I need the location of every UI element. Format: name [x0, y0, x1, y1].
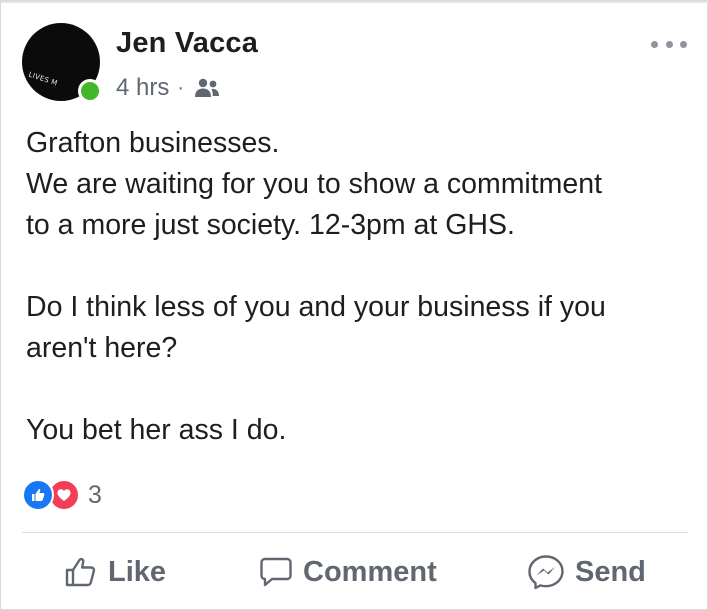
- post-text: Grafton businesses. We are waiting for y…: [26, 123, 691, 451]
- more-options-button[interactable]: [651, 35, 687, 53]
- post-line: You bet her ass I do.: [26, 414, 287, 446]
- post-line: Do I think less of you and your business…: [26, 291, 606, 323]
- thumbs-up-icon: [65, 557, 96, 587]
- send-label: Send: [575, 555, 646, 588]
- post-line: to a more just society. 12-3pm at GHS.: [26, 209, 515, 241]
- post-line: Grafton businesses.: [26, 127, 280, 159]
- post-actions: Like Comment Send: [22, 546, 688, 598]
- like-reaction-icon: [22, 479, 54, 511]
- post-timestamp[interactable]: 4 hrs: [116, 74, 169, 102]
- reaction-count[interactable]: 3: [88, 481, 102, 510]
- comment-icon: [260, 557, 292, 587]
- reactions-summary[interactable]: 3: [22, 479, 102, 511]
- more-dot-icon: [651, 40, 658, 48]
- top-border: [1, 1, 708, 3]
- online-status-indicator: [78, 79, 102, 103]
- post-card: LIVES M Jen Vacca 4 hrs · Grafton busine…: [0, 0, 708, 610]
- post-meta: 4 hrs ·: [116, 73, 220, 103]
- divider: [22, 532, 688, 533]
- meta-separator: ·: [177, 76, 185, 99]
- comment-label: Comment: [303, 555, 437, 588]
- post-line: aren't here?: [26, 332, 178, 364]
- like-label: Like: [108, 555, 167, 588]
- messenger-icon: [528, 555, 564, 590]
- more-dot-icon: [665, 40, 673, 48]
- avatar-text: LIVES M: [27, 70, 59, 88]
- author-name[interactable]: Jen Vacca: [116, 27, 258, 60]
- friends-icon[interactable]: [194, 78, 220, 98]
- send-button[interactable]: Send: [527, 546, 646, 598]
- post-line: We are waiting for you to show a commitm…: [26, 168, 603, 200]
- like-button[interactable]: Like: [64, 546, 166, 598]
- more-dot-icon: [680, 40, 687, 48]
- comment-button[interactable]: Comment: [259, 546, 437, 598]
